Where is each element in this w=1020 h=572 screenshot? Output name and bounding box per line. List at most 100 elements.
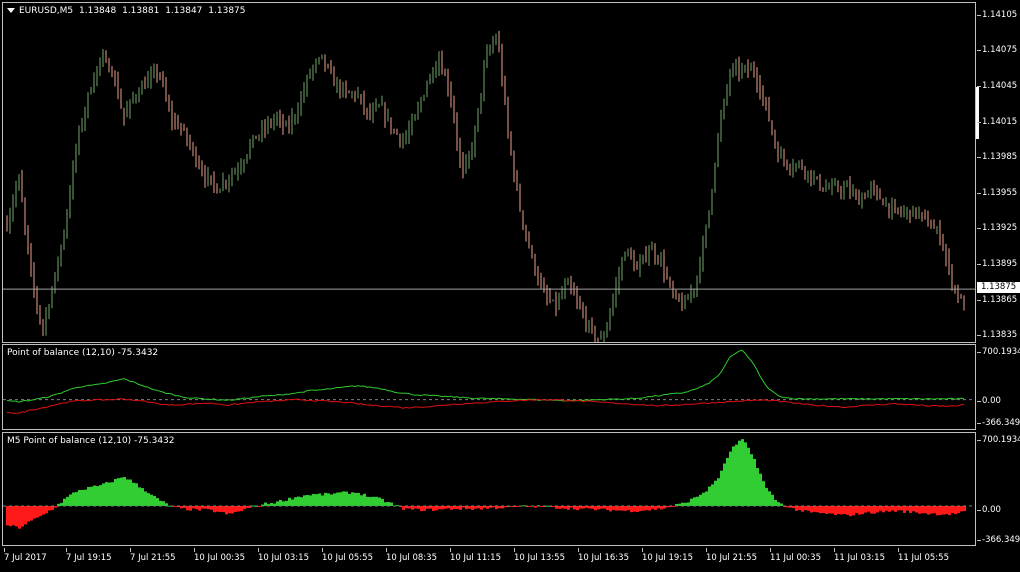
histogram-bar (861, 505, 864, 515)
histogram-bar (366, 496, 369, 506)
histogram-bar (546, 505, 549, 507)
histogram-bar (678, 503, 681, 506)
price-tick: 1.13835 (976, 330, 1018, 340)
histogram-bar (954, 505, 957, 515)
histogram-bar (33, 505, 36, 519)
histogram-bar (894, 505, 897, 512)
histogram-bar (231, 505, 234, 514)
histogram-bar (645, 505, 648, 511)
histogram-bar (51, 505, 54, 510)
price-axis-scroll-marker[interactable] (976, 87, 979, 139)
histogram-bar (387, 501, 390, 506)
time-label: 10 Jul 03:15 (258, 548, 309, 563)
histogram-bar (84, 489, 87, 506)
time-label: 7 Jul 2017 (4, 548, 47, 563)
histogram-bar (744, 442, 747, 506)
histogram-bar (795, 505, 798, 511)
histogram-bar (264, 502, 267, 506)
histogram-bar (300, 497, 303, 506)
histogram-bar (711, 484, 714, 506)
histogram-bar (141, 488, 144, 506)
histogram-bar (819, 505, 822, 514)
histogram-bar (921, 505, 924, 514)
histogram-bar (606, 505, 609, 511)
histogram-bar (804, 505, 807, 511)
histogram-bar (456, 505, 459, 510)
histogram-bar (732, 446, 735, 506)
histogram-bar (897, 505, 900, 511)
time-label: 10 Jul 16:35 (578, 548, 629, 563)
histogram-bar (294, 497, 297, 506)
indicator-histogram-canvas (3, 439, 975, 529)
histogram-bar (129, 479, 132, 506)
histogram-bar (798, 505, 801, 511)
histogram-bar (441, 505, 444, 510)
histogram-bar (615, 505, 618, 511)
histogram-bar (714, 480, 717, 506)
histogram-bar (810, 505, 813, 513)
histogram-bar (630, 505, 633, 513)
histogram-bar (288, 497, 291, 506)
histogram-bar (93, 485, 96, 506)
price-axis[interactable]: 1.14105 1.14075 1.14045 1.14015 1.13985 … (976, 2, 1020, 343)
histogram-bar (900, 505, 903, 511)
histogram-bar (735, 444, 738, 506)
histogram-bar (315, 494, 318, 506)
histogram-bar (438, 505, 441, 510)
histogram-bar (759, 473, 762, 506)
high-value: 1.13881 (122, 6, 160, 16)
indicator-line-pane[interactable]: Point of balance (12,10) -75.3432 (2, 344, 976, 430)
open-value: 1.13848 (79, 6, 117, 16)
histogram-bar (708, 486, 711, 506)
histogram-bar (225, 505, 228, 515)
histogram-bar (75, 492, 78, 506)
histogram-bar (654, 505, 657, 510)
histogram-bar (204, 505, 207, 509)
histogram-bar (684, 502, 687, 506)
histogram-bar (942, 505, 945, 515)
indicator-2-tick-min: -366.3499 (977, 535, 1020, 545)
histogram-bar (582, 505, 585, 509)
histogram-bar (486, 505, 489, 509)
price-chart-canvas (3, 30, 975, 342)
histogram-bar (435, 505, 438, 511)
histogram-bar (414, 505, 417, 509)
time-label: 10 Jul 05:55 (322, 548, 373, 563)
time-label: 11 Jul 00:35 (770, 548, 821, 563)
histogram-bar (189, 505, 192, 511)
histogram-bar (687, 502, 690, 506)
histogram-bar (720, 470, 723, 506)
indicator-histogram-pane[interactable]: M5 Point of balance (12,10) -75.3432 (2, 432, 976, 546)
histogram-bar (9, 505, 12, 527)
histogram-bar (81, 489, 84, 506)
histogram-bar (363, 493, 366, 506)
histogram-bar (600, 505, 603, 509)
histogram-bar (612, 505, 615, 510)
histogram-bar (573, 505, 576, 510)
histogram-bar (99, 485, 102, 506)
histogram-bar (30, 505, 33, 521)
histogram-bar (621, 505, 624, 511)
histogram-bar (324, 492, 327, 506)
histogram-bar (540, 505, 543, 507)
dropdown-triangle-icon[interactable] (7, 8, 15, 13)
histogram-bar (750, 454, 753, 506)
histogram-bar (78, 490, 81, 506)
histogram-bar (198, 505, 201, 511)
histogram-bar (471, 505, 474, 510)
histogram-bar (27, 505, 30, 522)
histogram-bar (534, 505, 537, 508)
indicator-line-green (6, 349, 965, 403)
histogram-bar (153, 495, 156, 506)
histogram-bar (639, 505, 642, 512)
price-chart-pane[interactable]: EURUSD,M5 1.13848 1.13881 1.13847 1.1387… (2, 2, 976, 343)
histogram-bar (918, 505, 921, 514)
histogram-bar (342, 491, 345, 506)
histogram-bar (822, 505, 825, 514)
time-axis[interactable]: 7 Jul 2017 7 Jul 19:15 7 Jul 21:55 10 Ju… (2, 548, 976, 572)
histogram-bar (690, 498, 693, 506)
histogram-bar (633, 505, 636, 512)
histogram-bar (567, 505, 570, 510)
histogram-bar (771, 494, 774, 506)
indicator-1-tick-max: 700.1934 (977, 347, 1020, 357)
